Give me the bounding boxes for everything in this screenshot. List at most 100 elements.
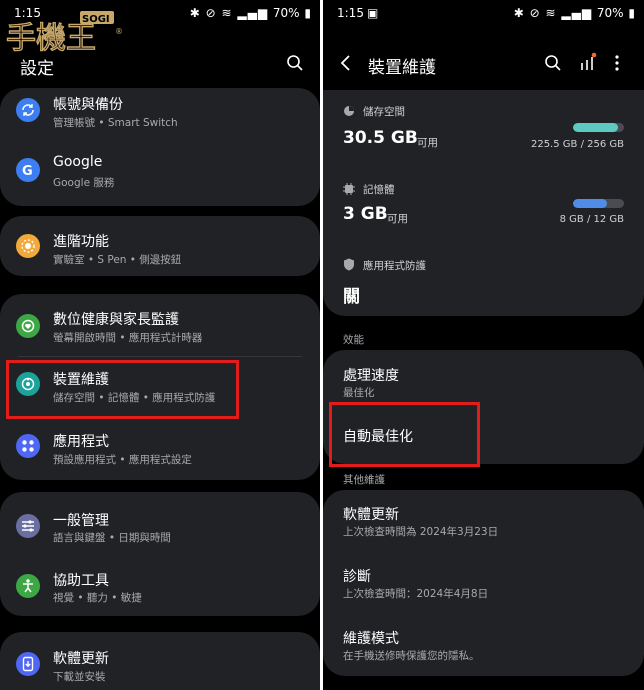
app-protection-label: 應用程式防護	[363, 260, 426, 272]
watermark-badge: SOGI	[82, 14, 110, 25]
status-time: 1:15	[337, 6, 364, 20]
advanced-features-icon	[16, 234, 40, 258]
settings-screen: 1:15 ✱ ⊘ ≋ ▂▄▆ 70% ▮ 手機王 SOGI ® 設定 帳號與備份…	[0, 0, 320, 690]
storage-unit: 可用	[417, 137, 438, 149]
battery-icon: ▮	[628, 6, 636, 20]
memory-value: 3 GB	[343, 204, 388, 224]
processing-speed-value: 最佳化	[343, 387, 375, 399]
memory-detail: 8 GB / 12 GB	[559, 214, 624, 225]
highlight-box	[329, 402, 480, 467]
settings-item-software-update[interactable]: 軟體更新 下載並安裝	[0, 632, 320, 690]
section-header-performance: 效能	[343, 334, 364, 346]
app-protection-value: 關	[343, 287, 360, 307]
settings-item-subtitle: Google 服務	[53, 177, 115, 189]
settings-item-subtitle: 語言與鍵盤 • 日期與時間	[53, 532, 171, 544]
settings-item-subtitle: 管理帳號 • Smart Switch	[53, 117, 178, 129]
digital-wellbeing-icon	[16, 314, 40, 338]
device-care-screen: 1:15 ▣ ✱ ⊘ ≋ ▂▄▆ 70% ▮ 裝置維護 儲存空間 30.5 GB…	[323, 0, 644, 690]
settings-item-title: 協助工具	[53, 573, 109, 589]
more-vert-icon[interactable]	[613, 54, 621, 72]
battery-percent: 70%	[596, 6, 624, 20]
settings-item-accessibility[interactable]: 協助工具 視覺 • 聽力 • 敏捷	[0, 554, 320, 616]
diagnostics-subtitle: 上次檢查時間：2024年4月8日	[343, 588, 489, 600]
memory-unit: 可用	[387, 213, 408, 225]
settings-item-subtitle: 螢幕開啟時間 • 應用程式計時器	[53, 332, 203, 344]
settings-group-accounts: 帳號與備份 管理帳號 • Smart Switch G Google Googl…	[0, 88, 320, 206]
other-maintenance-card: 軟體更新 上次檢查時間為 2024年3月23日 診斷 上次檢查時間：2024年4…	[323, 490, 644, 676]
watermark-registered: ®	[115, 27, 122, 36]
mute-icon: ⊘	[205, 6, 217, 20]
settings-item-title: 進階功能	[53, 234, 109, 250]
memory-usage-bar	[573, 199, 624, 208]
software-update-row[interactable]: 軟體更新 上次檢查時間為 2024年3月23日	[323, 490, 644, 552]
settings-item-subtitle: 實驗室 • S Pen • 側邊按鈕	[53, 254, 182, 266]
settings-item-digital-wellbeing[interactable]: 數位健康與家長監護 螢幕開啟時間 • 應用程式計時器	[0, 294, 320, 356]
settings-item-accounts-backup[interactable]: 帳號與備份 管理帳號 • Smart Switch	[0, 88, 320, 148]
stats-icon[interactable]	[579, 52, 597, 72]
status-icons: ✱ ⊘ ≋ ▂▄▆ 70% ▮	[514, 6, 636, 20]
wifi-icon: ≋	[221, 6, 233, 20]
bluetooth-icon: ✱	[189, 6, 201, 20]
software-update-icon	[16, 652, 40, 676]
settings-item-title: 應用程式	[53, 434, 109, 450]
memory-chip-icon	[343, 183, 355, 195]
memory-row[interactable]: 記憶體 3 GB 可用 8 GB / 12 GB	[323, 170, 644, 245]
status-icons: ✱ ⊘ ≋ ▂▄▆ 70% ▮	[190, 6, 312, 20]
svg-text:G: G	[22, 164, 33, 178]
apps-icon	[16, 434, 40, 458]
settings-item-subtitle: 視覺 • 聽力 • 敏捷	[53, 592, 142, 604]
google-icon: G	[16, 158, 40, 182]
maintenance-mode-title: 維護模式	[343, 631, 399, 647]
bluetooth-icon: ✱	[513, 6, 525, 20]
app-protection-row[interactable]: 應用程式防護 關	[323, 248, 644, 316]
diagnostics-title: 診斷	[343, 569, 371, 585]
memory-usage-fill	[573, 199, 608, 208]
wifi-icon: ≋	[545, 6, 557, 20]
search-icon[interactable]	[286, 54, 304, 72]
memory-label: 記憶體	[363, 184, 395, 196]
battery-percent: 70%	[272, 6, 300, 20]
storage-label: 儲存空間	[363, 106, 405, 118]
processing-speed-row[interactable]: 處理速度 最佳化	[323, 350, 644, 407]
storage-row[interactable]: 儲存空間 30.5 GB 可用 225.5 GB / 256 GB	[323, 90, 644, 165]
signal-icon: ▂▄▆	[237, 6, 269, 20]
settings-item-subtitle: 下載並安裝	[53, 671, 106, 683]
battery-icon: ▮	[304, 6, 312, 20]
device-status-card: 儲存空間 30.5 GB 可用 225.5 GB / 256 GB 記憶體 3 …	[323, 90, 644, 316]
settings-item-apps[interactable]: 應用程式 預設應用程式 • 應用程式設定	[0, 419, 320, 480]
diagnostics-row[interactable]: 診斷 上次檢查時間：2024年4月8日	[323, 552, 644, 614]
software-update-subtitle: 上次檢查時間為 2024年3月23日	[343, 526, 499, 538]
storage-usage-fill	[573, 123, 618, 132]
settings-group-update: 軟體更新 下載並安裝	[0, 632, 320, 690]
settings-group-advanced: 進階功能 實驗室 • S Pen • 側邊按鈕	[0, 216, 320, 276]
settings-item-title: 數位健康與家長監護	[53, 312, 179, 328]
storage-detail: 225.5 GB / 256 GB	[530, 139, 624, 150]
page-title: 裝置維護	[368, 58, 436, 78]
highlight-box	[6, 360, 239, 419]
status-bar: 1:15 ▣ ✱ ⊘ ≋ ▂▄▆ 70% ▮	[323, 6, 644, 24]
sogi-watermark-logo: 手機王 SOGI ®	[5, 11, 122, 57]
settings-item-title: Google	[53, 154, 103, 170]
gallery-notification-icon: ▣	[367, 6, 379, 20]
settings-item-general-management[interactable]: 一般管理 語言與鍵盤 • 日期與時間	[0, 492, 320, 554]
processing-speed-title: 處理速度	[343, 368, 399, 384]
mute-icon: ⊘	[529, 6, 541, 20]
back-arrow-icon[interactable]	[339, 54, 353, 72]
watermark-text: 手機王	[6, 21, 96, 56]
settings-item-subtitle: 預設應用程式 • 應用程式設定	[53, 454, 192, 466]
settings-group-general: 一般管理 語言與鍵盤 • 日期與時間 協助工具 視覺 • 聽力 • 敏捷	[0, 492, 320, 616]
search-icon[interactable]	[544, 54, 562, 72]
software-update-title: 軟體更新	[343, 507, 399, 523]
sync-icon	[16, 98, 40, 122]
settings-item-title: 一般管理	[53, 513, 109, 529]
maintenance-mode-row[interactable]: 維護模式 在手機送修時保護您的隱私。	[323, 614, 644, 676]
settings-item-google[interactable]: G Google Google 服務	[0, 148, 320, 206]
settings-item-title: 帳號與備份	[53, 97, 123, 113]
sliders-icon	[16, 514, 40, 538]
settings-item-advanced-features[interactable]: 進階功能 實驗室 • S Pen • 側邊按鈕	[0, 216, 320, 276]
settings-item-title: 軟體更新	[53, 651, 109, 667]
signal-icon: ▂▄▆	[561, 6, 593, 20]
maintenance-mode-subtitle: 在手機送修時保護您的隱私。	[343, 650, 480, 662]
shield-icon	[344, 258, 354, 271]
page-title: 設定	[20, 59, 54, 79]
